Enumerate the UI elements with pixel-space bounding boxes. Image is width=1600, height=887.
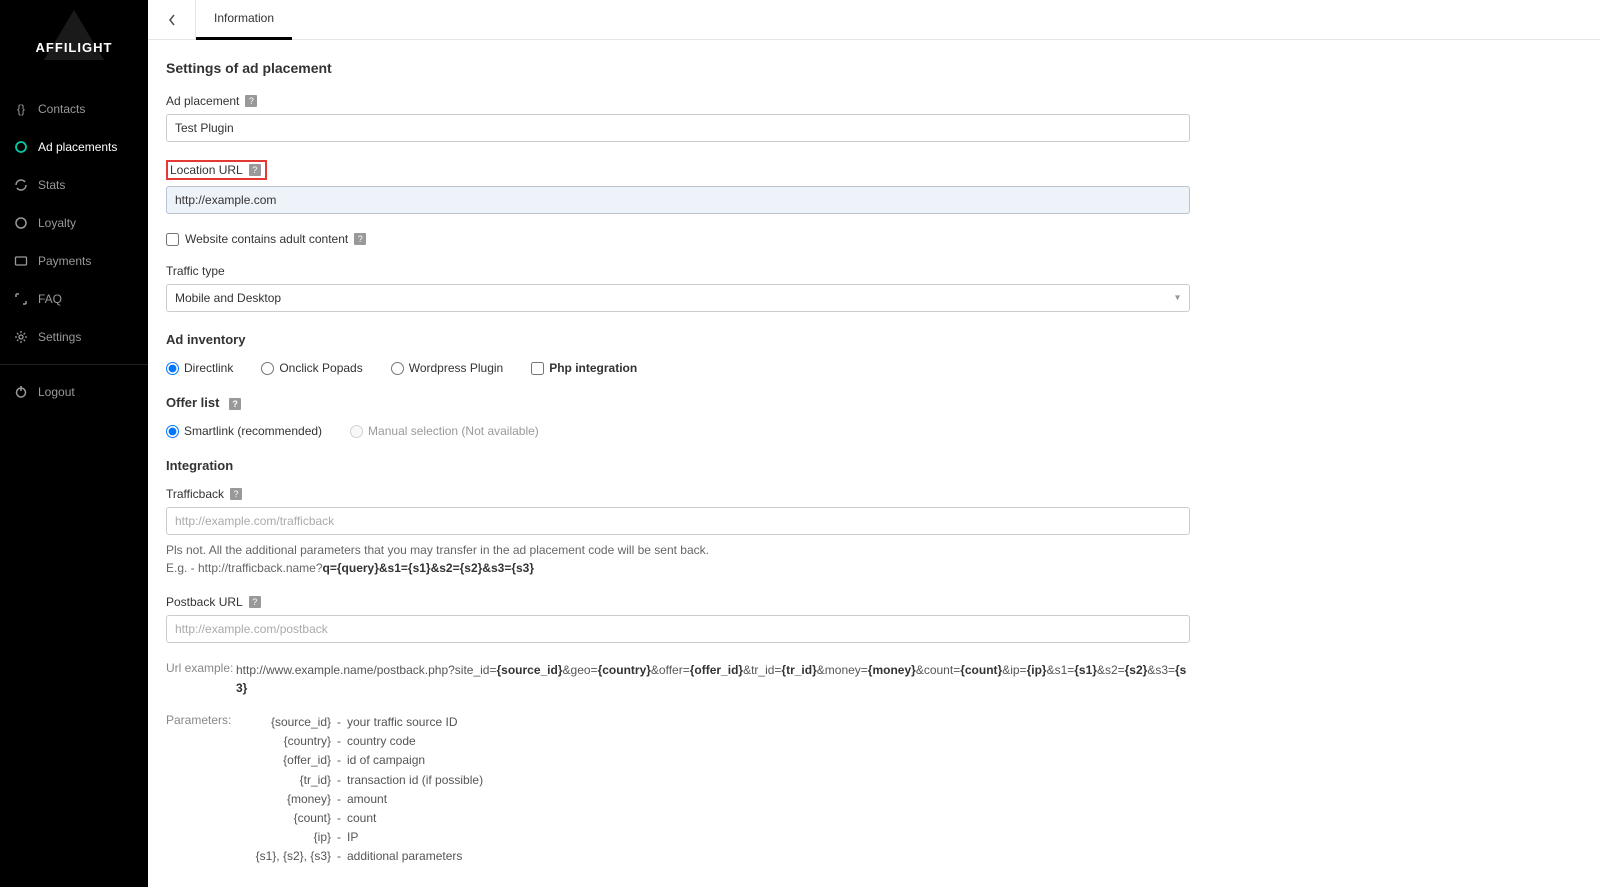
param-desc: additional parameters — [347, 847, 462, 866]
param-key: {count} — [236, 809, 331, 828]
parameter-row: {offer_id}-id of campaign — [236, 751, 483, 770]
parameter-row: {source_id}-your traffic source ID — [236, 713, 483, 732]
nav-payments[interactable]: Payments — [0, 242, 148, 280]
location-url-label: Location URL ? — [166, 160, 267, 180]
expand-icon — [14, 292, 28, 306]
parameter-row: {count}-count — [236, 809, 483, 828]
nav-logout[interactable]: Logout — [0, 373, 148, 411]
postback-url-input[interactable] — [166, 615, 1190, 643]
radio-onclick-popads[interactable] — [261, 362, 274, 375]
param-desc: id of campaign — [347, 751, 425, 770]
param-key: {country} — [236, 732, 331, 751]
trafficback-note: Pls not. All the additional parameters t… — [166, 541, 1190, 577]
parameter-row: {tr_id}-transaction id (if possible) — [236, 771, 483, 790]
sidebar: AFFILIGHT {} Contacts Ad placements Stat… — [0, 0, 148, 887]
main: Information Settings of ad placement Ad … — [148, 0, 1600, 887]
param-desc: IP — [347, 828, 358, 847]
nav-ad-placements[interactable]: Ad placements — [0, 128, 148, 166]
power-icon — [14, 385, 28, 399]
help-icon[interactable]: ? — [230, 488, 242, 500]
ad-placement-input[interactable] — [166, 114, 1190, 142]
braces-icon: {} — [14, 102, 28, 116]
offer-list-title: Offer list ? — [166, 395, 1190, 410]
parameter-row: {ip}-IP — [236, 828, 483, 847]
param-desc: count — [347, 809, 376, 828]
help-icon[interactable]: ? — [249, 164, 261, 176]
topbar: Information — [148, 0, 1600, 40]
adult-content-checkbox[interactable] — [166, 233, 179, 246]
traffic-type-select[interactable] — [166, 284, 1190, 312]
param-key: {offer_id} — [236, 751, 331, 770]
param-key: {s1}, {s2}, {s3} — [236, 847, 331, 866]
gear-icon — [14, 330, 28, 344]
refresh-icon — [14, 178, 28, 192]
ad-placement-label: Ad placement ? — [166, 94, 1190, 108]
traffic-type-label: Traffic type — [166, 264, 1190, 278]
checkbox-php-integration[interactable] — [531, 362, 544, 375]
offer-list-options: Smartlink (recommended) Manual selection… — [166, 424, 1190, 438]
param-key: {money} — [236, 790, 331, 809]
param-key: {tr_id} — [236, 771, 331, 790]
radio-directlink[interactable] — [166, 362, 179, 375]
integration-title: Integration — [166, 458, 1190, 473]
radio-smartlink[interactable] — [166, 425, 179, 438]
parameter-row: {money}-amount — [236, 790, 483, 809]
param-desc: amount — [347, 790, 387, 809]
ad-inventory-options: Directlink Onclick Popads Wordpress Plug… — [166, 361, 1190, 375]
help-icon[interactable]: ? — [354, 233, 366, 245]
help-icon[interactable]: ? — [249, 596, 261, 608]
radio-manual-selection — [350, 425, 363, 438]
back-button[interactable] — [148, 0, 196, 40]
nav-contacts[interactable]: {} Contacts — [0, 90, 148, 128]
logo: AFFILIGHT — [0, 0, 148, 90]
circle-icon — [14, 216, 28, 230]
ad-inventory-title: Ad inventory — [166, 332, 1190, 347]
tab-information[interactable]: Information — [196, 0, 292, 40]
card-icon — [14, 254, 28, 268]
help-icon[interactable]: ? — [245, 95, 257, 107]
param-key: {ip} — [236, 828, 331, 847]
target-icon — [14, 140, 28, 154]
nav-divider — [0, 364, 148, 365]
param-desc: transaction id (if possible) — [347, 771, 483, 790]
radio-wordpress-plugin[interactable] — [391, 362, 404, 375]
adult-content-row: Website contains adult content ? — [166, 232, 1190, 246]
nav-settings[interactable]: Settings — [0, 318, 148, 356]
param-desc: your traffic source ID — [347, 713, 457, 732]
param-desc: country code — [347, 732, 416, 751]
logo-text: AFFILIGHT — [36, 40, 113, 55]
page-title: Settings of ad placement — [166, 60, 1190, 76]
trafficback-label: Trafficback ? — [166, 487, 1190, 501]
url-example-row: Url example: http://www.example.name/pos… — [166, 661, 1190, 697]
trafficback-input[interactable] — [166, 507, 1190, 535]
param-key: {source_id} — [236, 713, 331, 732]
parameter-row: {s1}, {s2}, {s3}-additional parameters — [236, 847, 483, 866]
nav-faq[interactable]: FAQ — [0, 280, 148, 318]
help-icon[interactable]: ? — [229, 398, 241, 410]
location-url-input[interactable] — [166, 186, 1190, 214]
parameters-block: Parameters: {source_id}-your traffic sou… — [166, 713, 1190, 867]
parameter-row: {country}-country code — [236, 732, 483, 751]
chevron-left-icon — [167, 13, 177, 27]
postback-url-label: Postback URL ? — [166, 595, 1190, 609]
nav-stats[interactable]: Stats — [0, 166, 148, 204]
nav-loyalty[interactable]: Loyalty — [0, 204, 148, 242]
url-example-value: http://www.example.name/postback.php?sit… — [236, 661, 1190, 697]
